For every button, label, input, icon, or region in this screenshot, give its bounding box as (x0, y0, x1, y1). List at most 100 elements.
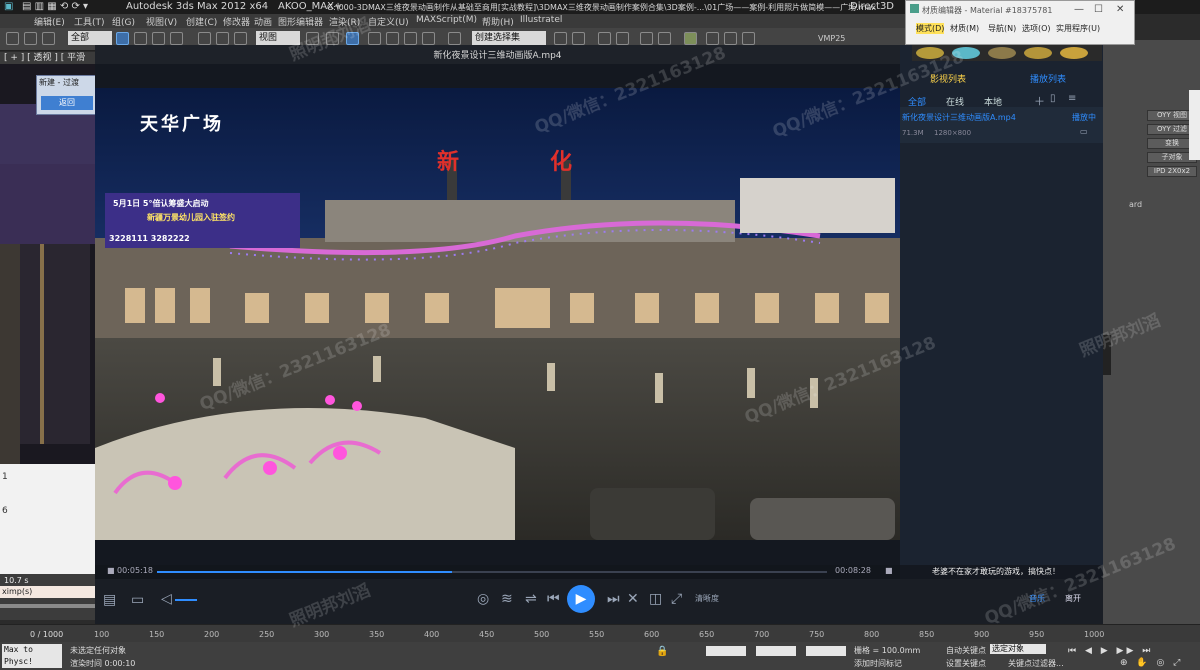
max-timeline[interactable]: 0 / 1000 100 150 200 250 300 350 400 450 500 550 6… (0, 624, 1200, 643)
coord-x-field[interactable] (706, 646, 746, 656)
select-link-icon[interactable] (42, 32, 55, 45)
max-quick-access-icon[interactable]: ▤ ▥ ▦ ⟲ ⟳ ▾ (22, 1, 88, 12)
render-production-icon[interactable] (742, 32, 755, 45)
add-time-tag-button[interactable]: 添加时间标记 (854, 658, 902, 669)
coord-z-field[interactable] (806, 646, 846, 656)
video-frame[interactable]: 天华广场 新 化 5月1日 5°倍认筹盛大启动 新疆万景幼儿园入驻签约 3228… (95, 88, 900, 540)
volume-slider[interactable] (175, 599, 197, 601)
selection-filter-dropdown[interactable]: 全部 (68, 31, 112, 45)
viewport-nav-icons[interactable]: ⊕ ✋ ◎ ⤢ (1120, 658, 1183, 668)
menu-group[interactable]: 组(G) (112, 15, 135, 28)
menu-tools[interactable]: 工具(T) (74, 15, 105, 28)
playlist-file-icon[interactable]: ▯ (1050, 93, 1056, 104)
menu-customize[interactable]: 自定义(U) (368, 15, 409, 28)
mat-menu-navigation[interactable]: 导航(N) (988, 23, 1016, 34)
playlist-item[interactable]: 新化夜景设计三维动画版A.mp4 播放中 71.3M 1280×800 ▭ (900, 107, 1103, 143)
open-file-icon[interactable]: ▤ (103, 593, 116, 607)
coord-y-field[interactable] (756, 646, 796, 656)
left-sub-window-button[interactable]: 返回 (41, 96, 93, 110)
window-crossing-icon[interactable] (170, 32, 183, 45)
capture-icon[interactable]: ◫ (649, 592, 662, 606)
mat-menu-material[interactable]: 材质(M) (950, 23, 979, 34)
spinner-snap-icon[interactable] (422, 32, 435, 45)
move-icon[interactable] (198, 32, 211, 45)
minimize-icon[interactable]: — (1074, 4, 1084, 15)
menu-modifiers[interactable]: 修改器 (223, 15, 250, 28)
video-scene (95, 88, 900, 540)
max-viewport-left[interactable] (0, 64, 95, 464)
adjust-icon[interactable]: ⇌ (525, 592, 537, 606)
mat-menu-options[interactable]: 选项(O) (1022, 23, 1051, 34)
cmd-button-5[interactable]: IPD 2X0x2 (1147, 166, 1197, 177)
stop-icon[interactable]: ■ (107, 566, 115, 575)
lock-icon[interactable]: 🔒 (656, 646, 668, 657)
timeline-tick-label: 600 (644, 630, 660, 639)
frame-counter[interactable]: 0 / 1000 (30, 630, 63, 639)
menu-illustrate[interactable]: Illustratel (520, 15, 562, 25)
max-menu-bar: 编辑(E) 工具(T) 组(G) 视图(V) 创建(C) 修改器 动画 图形编辑… (0, 14, 905, 28)
menu-create[interactable]: 创建(C) (186, 15, 217, 28)
viewport-label[interactable]: [ + ] [ 透视 ] [ 平滑 + 高光 ] (0, 52, 95, 75)
progress-track[interactable] (157, 571, 827, 573)
layer-manager-icon[interactable] (598, 32, 611, 45)
playback-controls-icon[interactable]: ⏮ ◀ ▶ ▶▶ ⏭ (1068, 646, 1153, 656)
undo-icon[interactable] (6, 32, 19, 45)
curve-editor-icon[interactable] (640, 32, 653, 45)
equalizer-icon[interactable]: ≋ (501, 592, 513, 606)
graphite-toggle-icon[interactable] (616, 32, 629, 45)
close-icon[interactable]: ✕ (1116, 4, 1124, 15)
speed-icon[interactable]: ◎ (477, 592, 489, 606)
material-editor-icon[interactable] (684, 32, 697, 45)
maximize-icon[interactable]: ☐ (1094, 4, 1103, 15)
select-by-name-icon[interactable] (134, 32, 147, 45)
play-button[interactable]: ▶ (567, 585, 595, 613)
menu-maxscript[interactable]: MAXScript(M) (416, 15, 477, 25)
next-icon[interactable]: ⏭ (607, 592, 620, 606)
redo-icon[interactable] (24, 32, 37, 45)
rotate-icon[interactable] (216, 32, 229, 45)
left-sub-window-title: 新建 - 过渡 (39, 78, 79, 87)
playlist-header-play-list[interactable]: 播放列表 (1030, 72, 1066, 85)
material-slot-4[interactable] (1024, 47, 1052, 59)
scale-icon[interactable] (234, 32, 247, 45)
select-object-icon[interactable] (116, 32, 129, 45)
selected-dropdown[interactable]: 选定对象 (990, 644, 1046, 654)
quality-button[interactable]: 清晰度 (695, 593, 719, 604)
previous-icon[interactable]: ⏮ (547, 592, 560, 606)
mat-menu-utilities[interactable]: 实用程序(U) (1056, 23, 1100, 34)
playlist-menu-icon[interactable]: ≡ (1068, 93, 1076, 104)
align-icon[interactable] (572, 32, 585, 45)
named-selection-dropdown[interactable]: 创建选择集 (472, 31, 546, 45)
maxscript-mini-listener[interactable]: Max to Physc! (2, 644, 62, 668)
mat-menu-mode[interactable]: 模式(D) (916, 23, 945, 34)
mirror-icon[interactable] (554, 32, 567, 45)
volume-icon[interactable]: ◁ (161, 592, 172, 606)
set-key-button[interactable]: 设置关键点 (946, 658, 986, 669)
angle-snap-icon[interactable] (386, 32, 399, 45)
render-preset-label: VMP25 (818, 34, 846, 43)
material-editor-window[interactable]: 材质编辑器 - Material #18375781 — ☐ ✕ 模式(D) 材… (905, 0, 1135, 45)
fullscreen-small-icon[interactable]: ■ (885, 566, 893, 575)
max-logo-icon[interactable]: ▣ (4, 1, 13, 12)
percent-snap-icon[interactable] (404, 32, 417, 45)
menu-graph-editors[interactable]: 图形编辑器 (278, 15, 323, 28)
rendered-frame-icon[interactable] (724, 32, 737, 45)
menu-edit[interactable]: 编辑(E) (34, 15, 65, 28)
playlist-item-folder-icon[interactable]: ▭ (1080, 127, 1088, 136)
schematic-view-icon[interactable] (658, 32, 671, 45)
left-sub-window[interactable]: 新建 - 过渡 返回 (36, 75, 96, 115)
menu-views[interactable]: 视图(V) (146, 15, 177, 28)
menu-animation[interactable]: 动画 (254, 15, 272, 28)
playlist-item-title: 新化夜景设计三维动画版A.mp4 (902, 113, 1016, 122)
edit-named-selection-icon[interactable] (448, 32, 461, 45)
material-slot-5[interactable] (1060, 47, 1088, 59)
player-progress-bar[interactable]: 00:05:18 00:08:28 ■ ■ (95, 565, 900, 579)
menu-help[interactable]: 帮助(H) (482, 15, 514, 28)
expand-icon[interactable]: ⤢ (671, 592, 682, 606)
shuffle-icon[interactable]: ✕ (627, 592, 639, 606)
auto-key-button[interactable]: 自动关键点 (946, 645, 986, 656)
folder-icon[interactable]: ▭ (131, 593, 144, 607)
material-slot-3[interactable] (988, 47, 1016, 59)
rect-selection-icon[interactable] (152, 32, 165, 45)
key-filters-button[interactable]: 关键点过滤器... (1008, 658, 1064, 669)
